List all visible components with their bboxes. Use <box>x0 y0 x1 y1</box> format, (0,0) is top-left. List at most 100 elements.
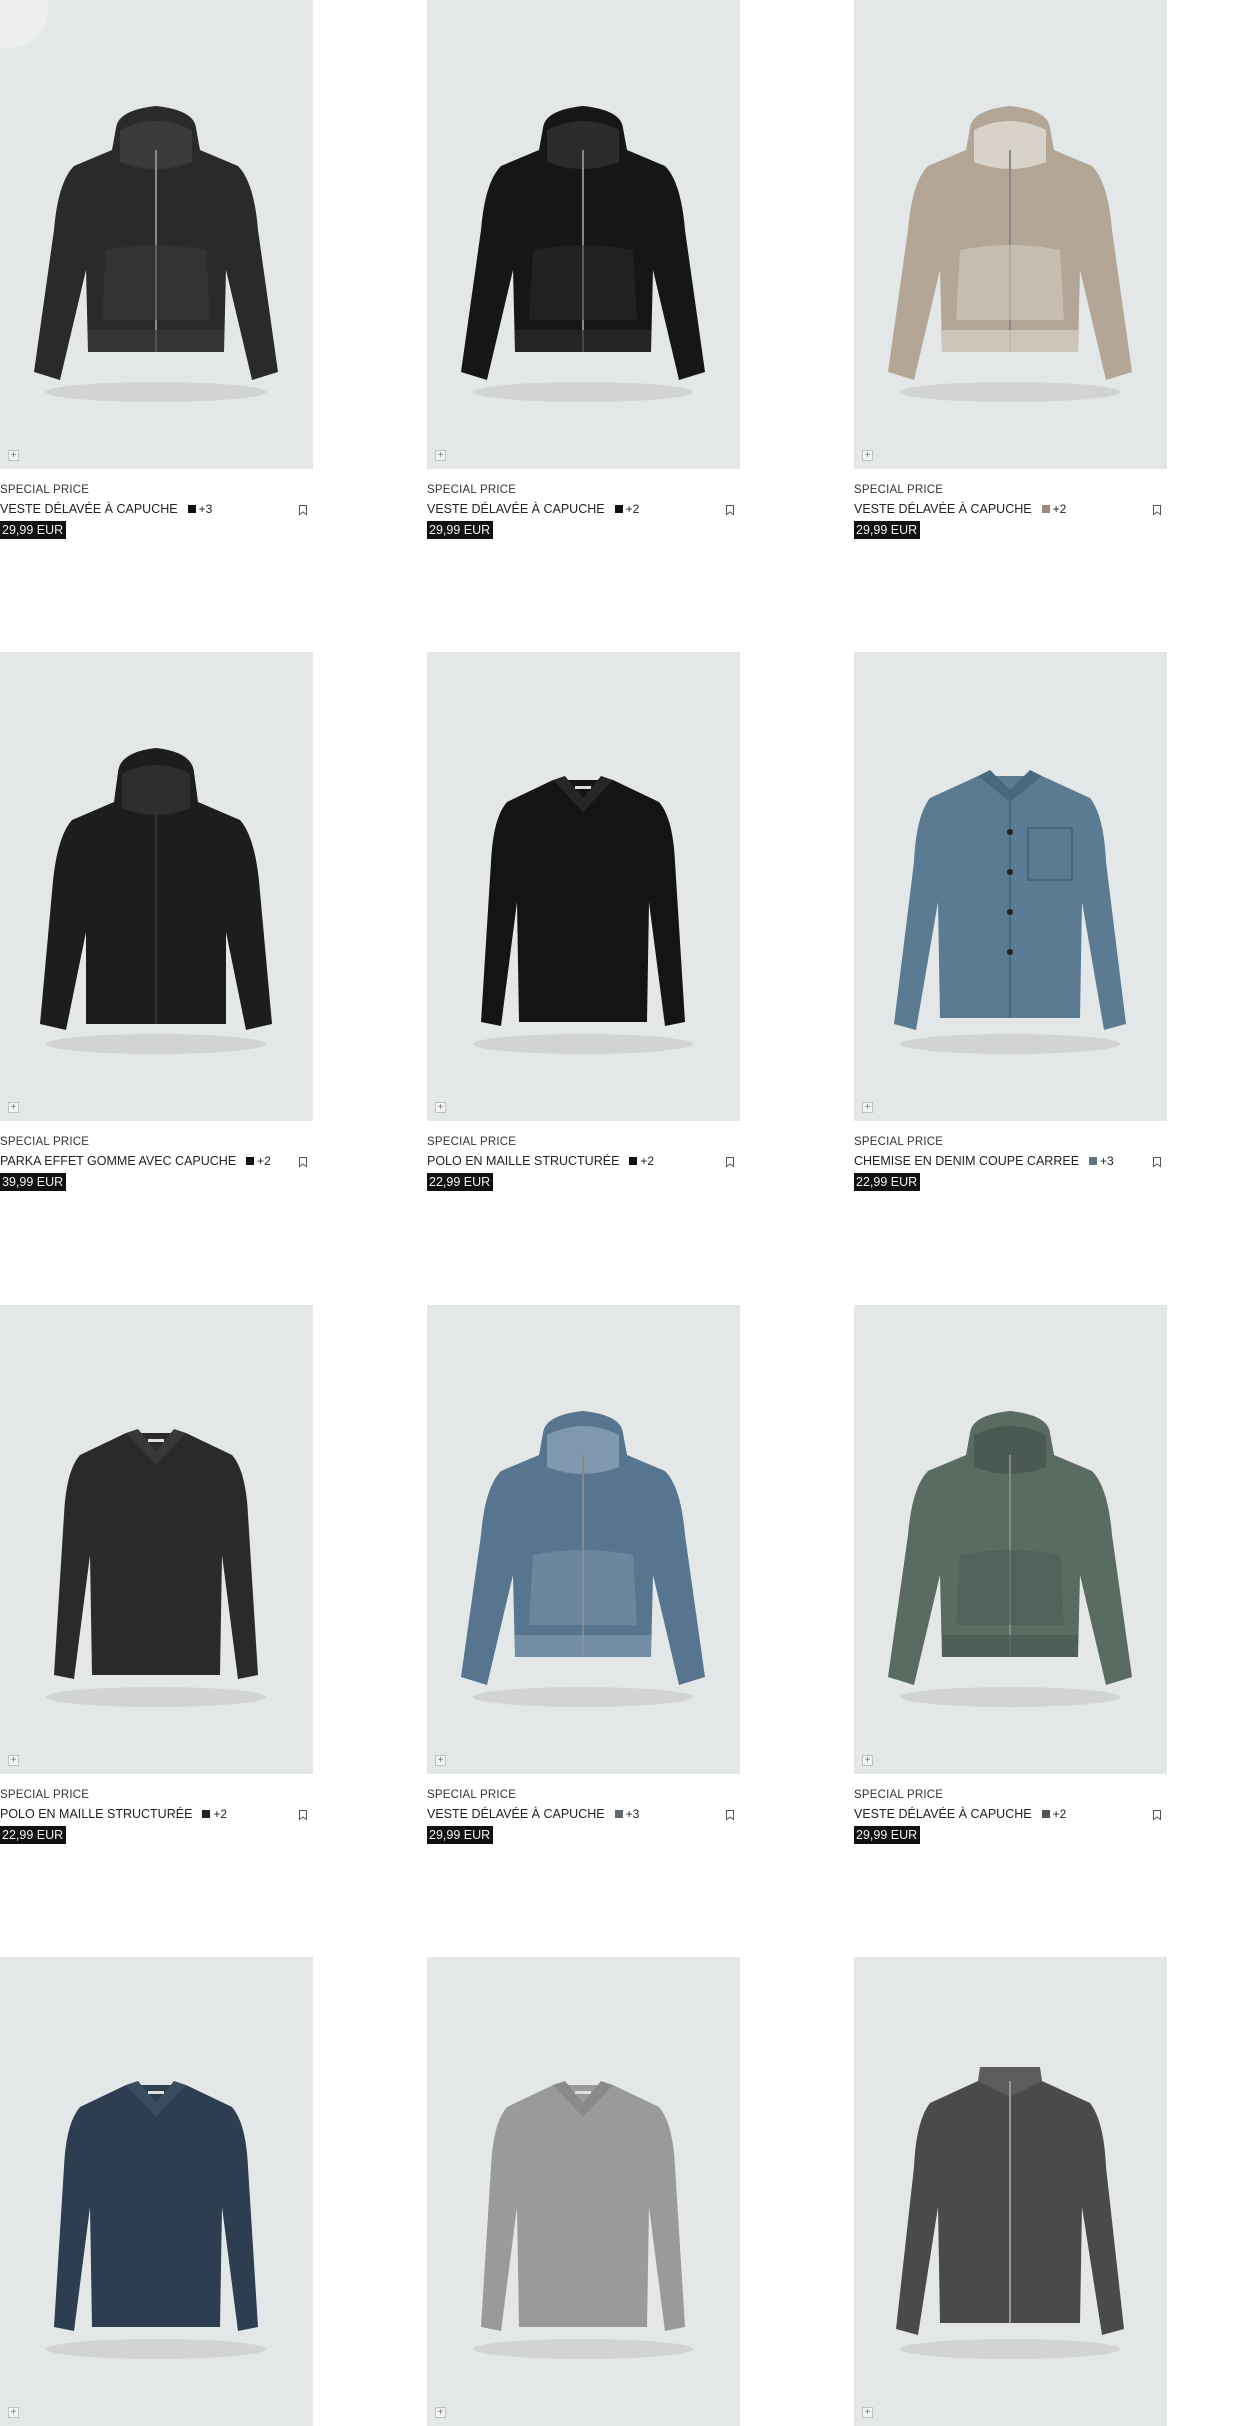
promo-label: SPECIAL PRICE <box>854 1136 944 1148</box>
more-colors-count[interactable]: +3 <box>626 1807 640 1821</box>
product-card[interactable]: + SPECIAL PRICE POLO EN MAILLE STRUCTURÉE +… <box>0 1305 313 1846</box>
add-to-cart-icon[interactable]: + <box>862 2407 873 2418</box>
product-name-row[interactable]: VESTE DÉLAVÉE À CAPUCHE +2 <box>854 502 1066 516</box>
product-image[interactable]: + <box>427 1305 740 1774</box>
bookmark-icon[interactable] <box>724 504 736 516</box>
product-card[interactable]: + SPECIAL PRICE CHEMISE EN DENIM COUPE CAR… <box>854 652 1167 1193</box>
more-colors-count[interactable]: +2 <box>257 1154 271 1168</box>
product-image[interactable]: + <box>0 1957 313 2426</box>
product-name[interactable]: VESTE DÉLAVÉE À CAPUCHE <box>0 502 178 516</box>
color-swatch[interactable] <box>614 1810 623 1818</box>
product-card[interactable]: + SPECIAL PRICE VESTE DÉLAVÉE À CAPUCHE +3 2… <box>0 0 313 541</box>
color-swatch[interactable] <box>246 1157 255 1165</box>
more-colors-count[interactable]: +2 <box>1053 1807 1067 1821</box>
bookmark-icon[interactable] <box>724 1809 736 1821</box>
product-card[interactable]: + SPECIAL PRICE VESTE DÉLAVÉE À CAPUCHE +3 2… <box>427 1305 740 1846</box>
product-image[interactable]: + <box>0 1305 313 1774</box>
product-name-row[interactable]: CHEMISE EN DENIM COUPE CARREE +3 <box>854 1154 1114 1168</box>
promo-label: SPECIAL PRICE <box>854 484 944 496</box>
product-image[interactable]: + <box>854 652 1167 1121</box>
add-to-cart-icon[interactable]: + <box>862 1755 873 1766</box>
product-card[interactable]: + SPECIAL PRICE PARKA EFFET GOMME AVEC CAP… <box>0 652 313 1193</box>
product-image[interactable]: + <box>854 1305 1167 1774</box>
more-colors-count[interactable]: +3 <box>1100 1154 1114 1168</box>
bookmark-icon[interactable] <box>724 1156 736 1168</box>
polo-icon <box>46 1429 266 1707</box>
add-to-cart-icon[interactable]: + <box>435 1755 446 1766</box>
add-to-cart-icon[interactable]: + <box>8 2407 19 2418</box>
bookmark-icon[interactable] <box>297 1809 309 1821</box>
product-name[interactable]: POLO EN MAILLE STRUCTURÉE <box>0 1807 192 1821</box>
product-image[interactable]: + <box>427 0 740 469</box>
bookmark-icon[interactable] <box>1151 1809 1163 1821</box>
product-info: SPECIAL PRICE PARKA EFFET GOMME AVEC CAPU… <box>0 1121 313 1193</box>
product-info: SPECIAL PRICE VESTE DÉLAVÉE À CAPUCHE +2 29… <box>427 469 740 541</box>
product-image[interactable]: + <box>427 652 740 1121</box>
product-image[interactable]: + <box>0 652 313 1121</box>
product-image[interactable]: + <box>854 0 1167 469</box>
more-colors-count[interactable]: +2 <box>1053 502 1067 516</box>
promo-label: SPECIAL PRICE <box>0 1136 90 1148</box>
more-colors-count[interactable]: +3 <box>199 502 213 516</box>
more-colors-count[interactable]: +2 <box>640 1154 654 1168</box>
product-info: SPECIAL PRICE VESTE DÉLAVÉE À CAPUCHE +2 29… <box>854 469 1167 541</box>
add-to-cart-icon[interactable]: + <box>862 450 873 461</box>
product-name[interactable]: VESTE DÉLAVÉE À CAPUCHE <box>854 1807 1032 1821</box>
product-name-row[interactable]: POLO EN MAILLE STRUCTURÉE +2 <box>0 1807 227 1821</box>
color-swatch[interactable] <box>1089 1157 1098 1165</box>
product-card[interactable]: + <box>427 1957 740 2426</box>
product-name[interactable]: POLO EN MAILLE STRUCTURÉE <box>427 1154 619 1168</box>
color-swatch[interactable] <box>629 1157 638 1165</box>
bookmark-icon[interactable] <box>1151 504 1163 516</box>
bookmark-icon[interactable] <box>297 504 309 516</box>
promo-label: SPECIAL PRICE <box>427 484 517 496</box>
product-name[interactable]: VESTE DÉLAVÉE À CAPUCHE <box>427 1807 605 1821</box>
promo-label: SPECIAL PRICE <box>854 1789 944 1801</box>
add-to-cart-icon[interactable]: + <box>435 450 446 461</box>
product-card[interactable]: + SPECIAL PRICE POLO EN MAILLE STRUCTURÉE +… <box>427 652 740 1193</box>
color-swatch[interactable] <box>614 505 623 513</box>
add-to-cart-icon[interactable]: + <box>435 1102 446 1113</box>
parka-icon <box>40 748 272 1054</box>
product-name-row[interactable]: VESTE DÉLAVÉE À CAPUCHE +3 <box>427 1807 639 1821</box>
color-swatch[interactable] <box>1041 505 1050 513</box>
price-tag: 29,99 EUR <box>854 1826 921 1844</box>
promo-label: SPECIAL PRICE <box>427 1789 517 1801</box>
bookmark-icon[interactable] <box>297 1156 309 1168</box>
product-image[interactable]: + <box>854 1957 1167 2426</box>
product-name[interactable]: PARKA EFFET GOMME AVEC CAPUCHE <box>0 1154 236 1168</box>
hooded-jacket-icon <box>888 1411 1132 1707</box>
product-image[interactable]: + <box>0 0 313 469</box>
product-name-row[interactable]: VESTE DÉLAVÉE À CAPUCHE +3 <box>0 502 212 516</box>
polo-icon <box>46 2081 266 2359</box>
product-card[interactable]: + <box>854 1957 1167 2426</box>
more-colors-count[interactable]: +2 <box>626 502 640 516</box>
add-to-cart-icon[interactable]: + <box>435 2407 446 2418</box>
product-card[interactable]: + SPECIAL PRICE VESTE DÉLAVÉE À CAPUCHE +2 2… <box>854 0 1167 541</box>
product-card[interactable]: + SPECIAL PRICE VESTE DÉLAVÉE À CAPUCHE +2 2… <box>427 0 740 541</box>
product-info: SPECIAL PRICE POLO EN MAILLE STRUCTURÉE +2… <box>0 1774 313 1846</box>
product-image[interactable]: + <box>427 1957 740 2426</box>
color-swatch[interactable] <box>202 1810 211 1818</box>
product-card[interactable]: + SPECIAL PRICE VESTE DÉLAVÉE À CAPUCHE +2 2… <box>854 1305 1167 1846</box>
product-name[interactable]: CHEMISE EN DENIM COUPE CARREE <box>854 1154 1079 1168</box>
product-name[interactable]: VESTE DÉLAVÉE À CAPUCHE <box>427 502 605 516</box>
add-to-cart-icon[interactable]: + <box>862 1102 873 1113</box>
product-info: SPECIAL PRICE VESTE DÉLAVÉE À CAPUCHE +3 29… <box>427 1774 740 1846</box>
product-name-row[interactable]: PARKA EFFET GOMME AVEC CAPUCHE +2 <box>0 1154 271 1168</box>
add-to-cart-icon[interactable]: + <box>8 1102 19 1113</box>
product-name-row[interactable]: POLO EN MAILLE STRUCTURÉE +2 <box>427 1154 654 1168</box>
bookmark-icon[interactable] <box>1151 1156 1163 1168</box>
color-swatch[interactable] <box>1041 1810 1050 1818</box>
product-name-row[interactable]: VESTE DÉLAVÉE À CAPUCHE +2 <box>854 1807 1066 1821</box>
add-to-cart-icon[interactable]: + <box>8 450 19 461</box>
product-name-row[interactable]: VESTE DÉLAVÉE À CAPUCHE +2 <box>427 502 639 516</box>
product-info: SPECIAL PRICE POLO EN MAILLE STRUCTURÉE +2… <box>427 1121 740 1193</box>
color-swatch[interactable] <box>187 505 196 513</box>
shirt-icon <box>894 770 1126 1054</box>
more-colors-count[interactable]: +2 <box>213 1807 227 1821</box>
add-to-cart-icon[interactable]: + <box>8 1755 19 1766</box>
promo-label: SPECIAL PRICE <box>0 1789 90 1801</box>
product-name[interactable]: VESTE DÉLAVÉE À CAPUCHE <box>854 502 1032 516</box>
product-card[interactable]: + <box>0 1957 313 2426</box>
